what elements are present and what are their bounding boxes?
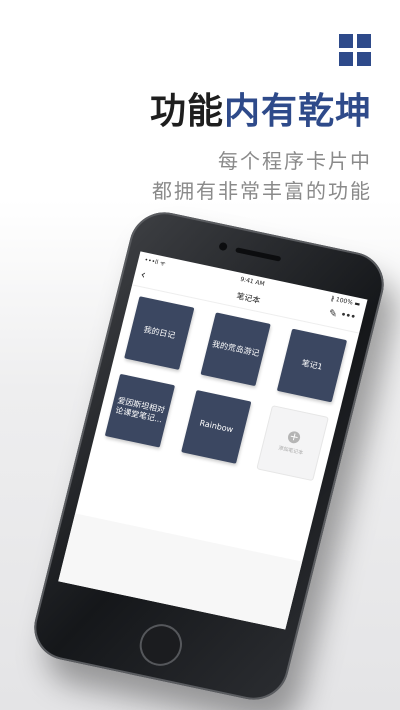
- home-button[interactable]: [135, 620, 187, 670]
- phone-body: •••ll ᯤ 9:41 AM ∦ 100% ▬ ‹ 笔记本 ✎ ••• 我的日…: [27, 205, 391, 707]
- notebook-card[interactable]: 笔记1: [276, 328, 348, 403]
- notebook-card-label: 我的荒岛游记: [211, 339, 261, 359]
- empty-area: [58, 513, 303, 630]
- notebook-card[interactable]: Rainbow: [181, 390, 252, 464]
- notebook-card-label: 笔记1: [300, 358, 324, 372]
- promo-subline-1: 每个程序卡片中: [218, 149, 372, 173]
- add-notebook-button[interactable]: + 添加笔记本: [257, 406, 328, 480]
- notebook-card[interactable]: 我的日记: [124, 296, 195, 370]
- logo-square: [357, 34, 371, 48]
- headline-accent: 内有乾坤: [223, 91, 372, 132]
- notebook-card-label: 爱因斯坦相对论课堂笔记...: [114, 395, 166, 425]
- notebook-card-label: Rainbow: [198, 418, 235, 435]
- plus-icon: +: [286, 429, 302, 444]
- speaker-grille: [235, 247, 282, 262]
- phone-screen: •••ll ᯤ 9:41 AM ∦ 100% ▬ ‹ 笔记本 ✎ ••• 我的日…: [58, 251, 368, 630]
- front-camera-icon: [218, 241, 228, 252]
- notebook-card[interactable]: 爱因斯坦相对论课堂笔记...: [104, 373, 176, 448]
- notebook-card-label: 我的日记: [142, 324, 177, 341]
- logo-square: [339, 52, 353, 66]
- logo-square: [357, 52, 371, 66]
- add-notebook-label: 添加笔记本: [277, 444, 304, 456]
- headline-plain: 功能: [149, 91, 224, 132]
- logo-square: [339, 34, 353, 48]
- notebook-card[interactable]: 我的荒岛游记: [200, 312, 271, 387]
- phone-mockup: •••ll ᯤ 9:41 AM ∦ 100% ▬ ‹ 笔记本 ✎ ••• 我的日…: [27, 205, 391, 707]
- app-logo-icon: [339, 34, 371, 66]
- promo-headline: 功能内有乾坤: [150, 82, 372, 134]
- promo-subline-2: 都拥有非常丰富的功能: [152, 179, 372, 203]
